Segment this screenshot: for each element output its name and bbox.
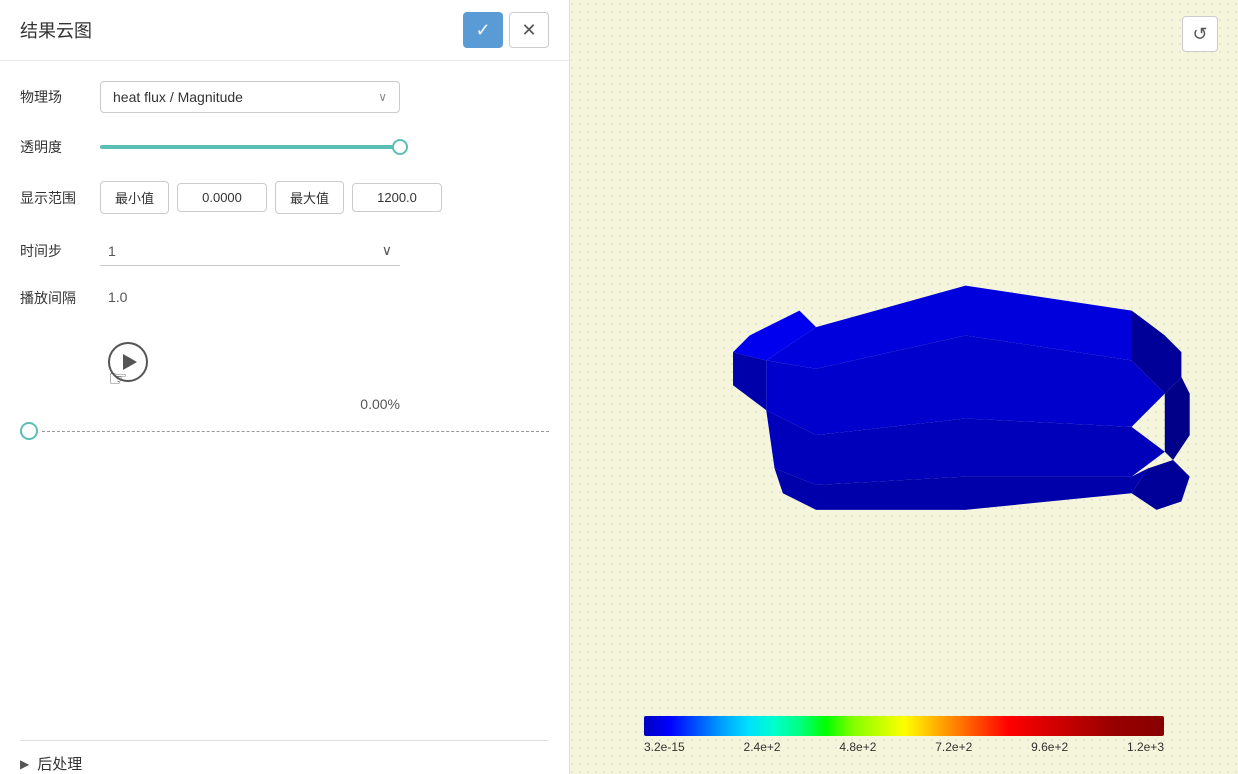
transparency-row: 透明度 xyxy=(20,135,549,159)
panel-content: 物理场 heat flux / Magnitude ∨ 透明度 xyxy=(0,61,569,710)
progress-text: 0.00% xyxy=(360,396,400,412)
colorbar-label-4: 9.6e+2 xyxy=(1031,740,1068,754)
post-title: 后处理 xyxy=(37,753,82,774)
cursor-hand-icon: ☞ xyxy=(108,366,128,392)
range-control: 最小值 最大值 xyxy=(100,181,549,214)
range-row: 显示范围 最小值 最大值 xyxy=(20,181,549,214)
blade-shape xyxy=(733,286,1190,510)
min-button[interactable]: 最小值 xyxy=(100,181,169,214)
colorbar-label-0: 3.2e-15 xyxy=(644,740,685,754)
play-button[interactable]: ☞ xyxy=(100,334,156,390)
interval-row: 播放间隔 1.0 xyxy=(20,288,549,308)
header-buttons: ✓ ✕ xyxy=(463,12,549,48)
range-inputs: 最小值 最大值 xyxy=(100,181,549,214)
timestep-control: 1 ∨ xyxy=(100,236,549,266)
3d-shape-svg xyxy=(650,100,1198,654)
post-section: ▶ 后处理 xyxy=(0,740,569,774)
transparency-slider[interactable] xyxy=(100,135,400,159)
left-panel: 结果云图 ✓ ✕ 物理场 heat flux / Magnitude ∨ xyxy=(0,0,570,774)
post-header[interactable]: ▶ 后处理 xyxy=(20,753,549,774)
slider-thumb[interactable] xyxy=(392,139,408,155)
slider-track xyxy=(100,145,400,149)
range-label: 显示范围 xyxy=(20,188,100,208)
physics-label: 物理场 xyxy=(20,87,100,107)
panel-header: 结果云图 ✓ ✕ xyxy=(0,0,569,61)
timestep-value: 1 xyxy=(108,243,116,259)
refresh-button[interactable]: ↺ xyxy=(1182,16,1218,52)
colorbar-label-2: 4.8e+2 xyxy=(839,740,876,754)
max-input[interactable] xyxy=(352,183,442,212)
colorbar-label-5: 1.2e+3 xyxy=(1127,740,1164,754)
interval-label: 播放间隔 xyxy=(20,288,100,308)
max-button[interactable]: 最大值 xyxy=(275,181,344,214)
3d-shape-container xyxy=(650,100,1198,654)
divider xyxy=(20,740,549,741)
timestep-label: 时间步 xyxy=(20,241,100,261)
timestep-row: 时间步 1 ∨ xyxy=(20,236,549,266)
panel-title: 结果云图 xyxy=(20,17,92,43)
dropdown-arrow-icon: ∨ xyxy=(378,90,387,104)
post-arrow-icon: ▶ xyxy=(20,757,29,771)
physics-dropdown[interactable]: heat flux / Magnitude ∨ xyxy=(100,81,400,113)
colorbar-label-1: 2.4e+2 xyxy=(744,740,781,754)
colorbar xyxy=(644,716,1164,736)
colorbar-label-3: 7.2e+2 xyxy=(935,740,972,754)
min-input[interactable] xyxy=(177,183,267,212)
transparency-control xyxy=(100,135,549,159)
right-panel: ↺ xyxy=(570,0,1238,774)
physics-control: heat flux / Magnitude ∨ xyxy=(100,81,549,113)
colorbar-container: 3.2e-15 2.4e+2 4.8e+2 7.2e+2 9.6e+2 1.2e… xyxy=(644,716,1164,754)
colorbar-labels: 3.2e-15 2.4e+2 4.8e+2 7.2e+2 9.6e+2 1.2e… xyxy=(644,740,1164,754)
progress-row xyxy=(20,422,549,440)
transparency-label: 透明度 xyxy=(20,137,100,157)
interval-control: 1.0 xyxy=(100,289,549,307)
physics-value: heat flux / Magnitude xyxy=(113,89,243,105)
timestep-select[interactable]: 1 ∨ xyxy=(100,236,400,266)
interval-value: 1.0 xyxy=(100,283,135,311)
physics-row: 物理场 heat flux / Magnitude ∨ xyxy=(20,81,549,113)
progress-dashed-line xyxy=(42,431,549,432)
cancel-button[interactable]: ✕ xyxy=(509,12,549,48)
timestep-arrow-icon: ∨ xyxy=(382,242,392,259)
confirm-button[interactable]: ✓ xyxy=(463,12,503,48)
progress-circle-icon xyxy=(20,422,38,440)
